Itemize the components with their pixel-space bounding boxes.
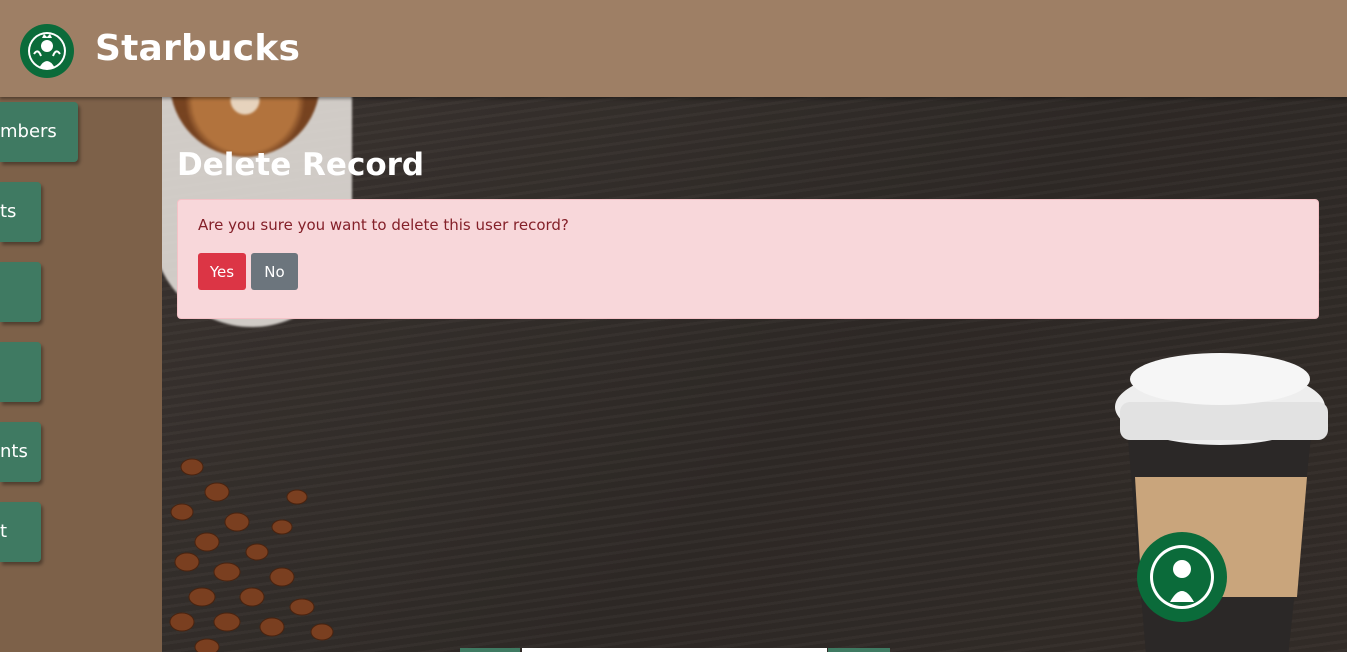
sidebar-item-6[interactable]: t <box>0 502 41 562</box>
no-button[interactable]: No <box>251 253 298 290</box>
alert-message: Are you sure you want to delete this use… <box>198 216 569 234</box>
yes-button[interactable]: Yes <box>198 253 246 290</box>
top-navbar: Starbucks <box>0 0 1347 97</box>
main-content: Delete Record Are you sure you want to d… <box>162 97 1347 652</box>
sidebar: mbers ts nts t <box>0 97 162 652</box>
sidebar-item-3[interactable] <box>0 262 41 322</box>
page-title: Delete Record <box>177 147 425 183</box>
sidebar-item-5[interactable]: nts <box>0 422 41 482</box>
brand-title[interactable]: Starbucks <box>95 28 300 69</box>
paper-cup-image <box>1115 353 1328 652</box>
delete-confirmation-alert: Are you sure you want to delete this use… <box>177 199 1319 319</box>
footer-strip-middle <box>522 648 827 652</box>
sidebar-item-members[interactable]: mbers <box>0 102 78 162</box>
starbucks-siren-logo-icon[interactable] <box>20 24 74 78</box>
coffee-beans-image <box>169 458 334 652</box>
sidebar-item-4[interactable] <box>0 342 41 402</box>
sidebar-item-2[interactable]: ts <box>0 182 41 242</box>
footer-strip-right <box>828 648 890 652</box>
footer-strip-left <box>460 648 520 652</box>
